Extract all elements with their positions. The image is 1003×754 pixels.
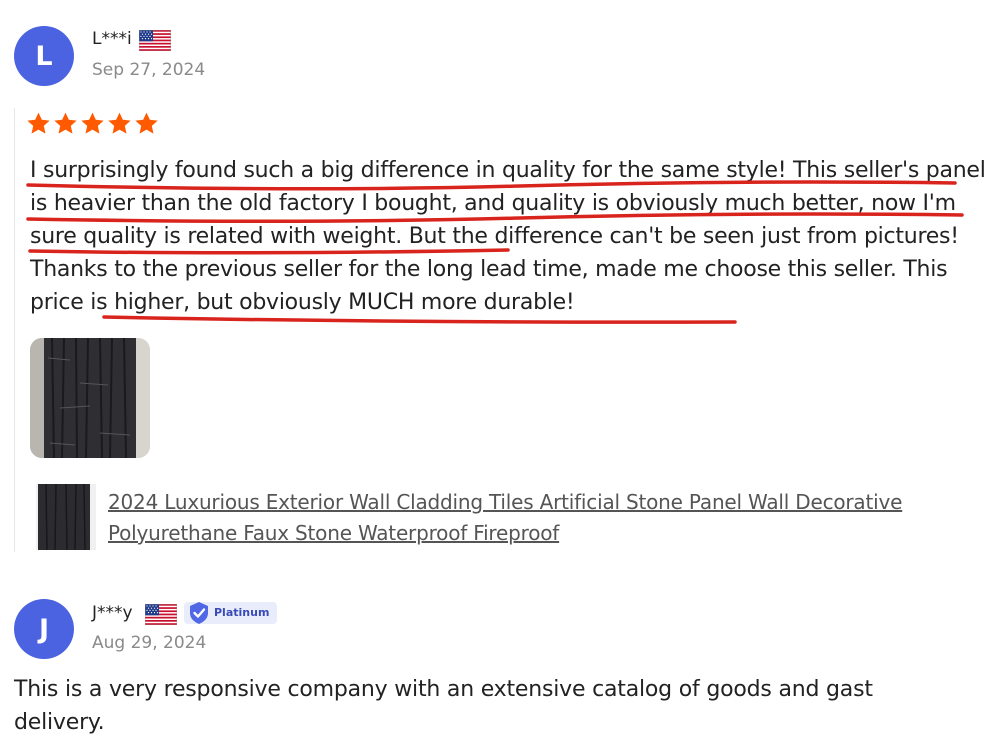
review-text: This is a very responsive company with a… — [14, 677, 873, 735]
badge-label: Platinum — [214, 606, 270, 619]
avatar-letter: L — [35, 40, 53, 72]
review-date: Sep 27, 2024 — [92, 60, 206, 80]
reviewer-name: L***i — [92, 29, 132, 49]
platinum-badge: Platinum — [184, 602, 278, 624]
star-icon — [53, 111, 78, 136]
avatar: J — [14, 599, 74, 659]
us-flag-icon — [145, 604, 177, 625]
star-icon — [26, 111, 51, 136]
star-icon — [80, 111, 105, 136]
review-photo[interactable] — [30, 338, 150, 458]
star-icon — [134, 111, 159, 136]
verified-shield-icon — [190, 602, 208, 624]
review-text: I surprisingly found such a big differen… — [30, 154, 1000, 319]
product-link[interactable]: 2024 Luxurious Exterior Wall Cladding Ti… — [108, 487, 958, 549]
us-flag-icon — [139, 30, 171, 51]
reviewer-name: J***y — [92, 603, 133, 623]
star-rating — [26, 111, 159, 136]
avatar: L — [14, 26, 74, 86]
review-divider — [14, 108, 15, 552]
star-icon — [107, 111, 132, 136]
avatar-letter: J — [38, 613, 50, 645]
product-thumbnail[interactable] — [36, 484, 96, 550]
review-date: Aug 29, 2024 — [92, 633, 207, 653]
